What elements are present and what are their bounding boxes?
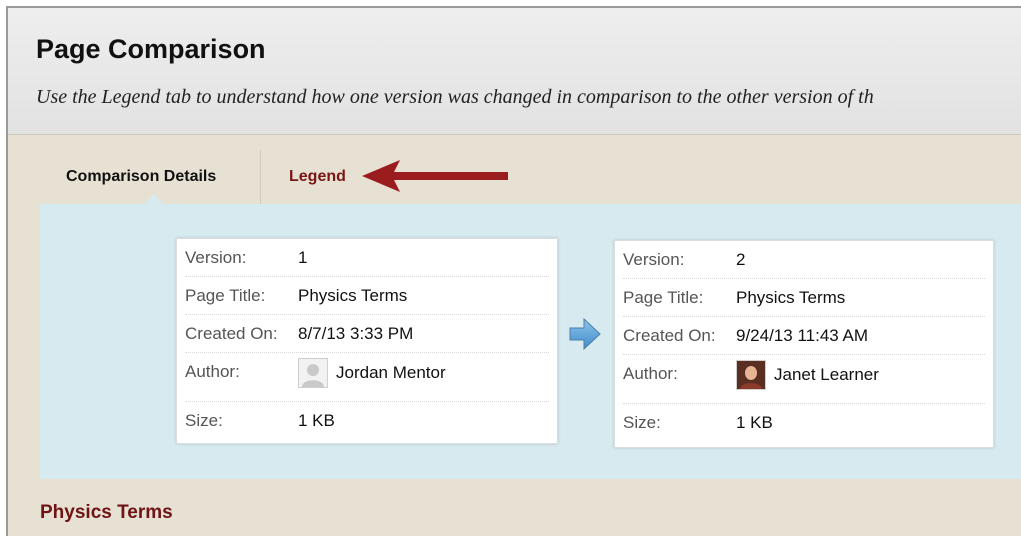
version-label: Version: (623, 250, 685, 269)
author-name[interactable]: Janet Learner (774, 365, 879, 385)
version-row: Version: 1 (185, 239, 549, 277)
size-value: 1 KB (298, 411, 335, 430)
created-on-label: Created On: (623, 326, 716, 345)
page-title: Page Comparison (36, 34, 266, 64)
page-title-row: Page Title: Physics Terms (623, 279, 985, 317)
author-row: Author: Janet Learner (623, 355, 985, 404)
created-on-label: Created On: (185, 324, 278, 343)
author-name[interactable]: Jordan Mentor (336, 363, 446, 383)
author-label: Author: (185, 362, 240, 381)
active-tab-pointer (144, 194, 164, 204)
version-value: 1 (298, 248, 308, 267)
size-value: 1 KB (736, 413, 773, 432)
version-card-1: Version: 1 Page Title: Physics Terms Cre… (176, 238, 558, 444)
created-on-value: 9/24/13 11:43 AM (736, 326, 869, 345)
created-on-row: Created On: 8/7/13 3:33 PM (185, 315, 549, 353)
size-row: Size: 1 KB (623, 404, 985, 441)
content-section-title: Physics Terms (40, 502, 173, 523)
version-card-2: Version: 2 Page Title: Physics Terms Cre… (614, 240, 994, 448)
tab-legend[interactable]: Legend (289, 168, 346, 186)
compare-arrow-icon (569, 317, 601, 351)
created-on-row: Created On: 9/24/13 11:43 AM (623, 317, 985, 355)
page-frame: Page Comparison Use the Legend tab to un… (6, 6, 1021, 536)
tab-comparison-details[interactable]: Comparison Details (66, 168, 216, 186)
page-title-value: Physics Terms (298, 286, 408, 305)
page-title-value: Physics Terms (736, 288, 846, 307)
page-title-row: Page Title: Physics Terms (185, 277, 549, 315)
tab-divider (260, 150, 261, 206)
size-label: Size: (185, 411, 223, 430)
version-label: Version: (185, 248, 247, 267)
size-label: Size: (623, 413, 661, 432)
size-row: Size: 1 KB (185, 402, 549, 439)
author-row: Author: Jordan Mentor (185, 353, 549, 402)
page-title-label: Page Title: (623, 288, 704, 307)
page-title-label: Page Title: (185, 286, 266, 305)
version-value: 2 (736, 250, 746, 269)
annotation-arrow-icon (362, 160, 508, 192)
default-user-avatar-icon (298, 358, 328, 388)
created-on-value: 8/7/13 3:33 PM (298, 324, 414, 343)
user-photo-avatar-icon (736, 360, 766, 390)
page-header: Page Comparison Use the Legend tab to un… (8, 8, 1021, 135)
version-row: Version: 2 (623, 241, 985, 279)
comparison-panel: Version: 1 Page Title: Physics Terms Cre… (40, 204, 1021, 479)
page-subtitle: Use the Legend tab to understand how one… (36, 86, 874, 108)
author-label: Author: (623, 364, 678, 383)
